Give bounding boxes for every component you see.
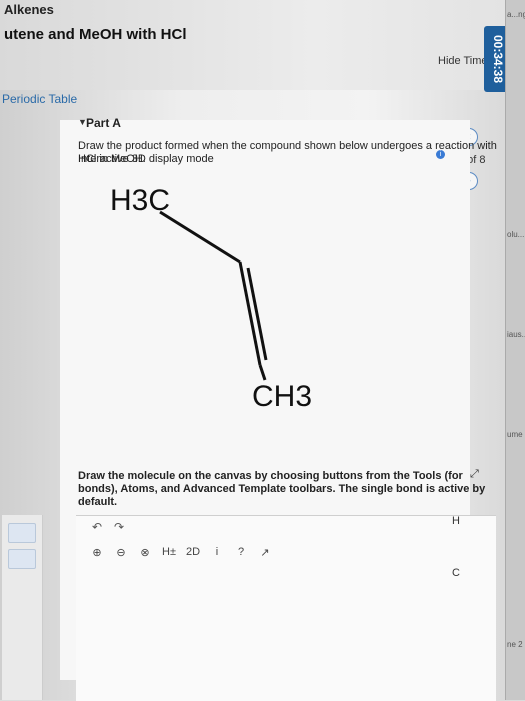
2d-button[interactable]: 2D	[186, 545, 200, 559]
3d-mode-link[interactable]: Interactive 3D display mode	[78, 153, 214, 165]
zoom-in-icon[interactable]: ⊕	[90, 545, 104, 559]
atom-label-h3c: H3C	[110, 184, 171, 217]
redo-icon[interactable]: ↷	[112, 520, 126, 534]
h-toggle-button[interactable]: H±	[162, 545, 176, 559]
tool-bond[interactable]	[8, 549, 36, 569]
tools-panel	[2, 515, 43, 700]
instructions-text: Draw the molecule on the canvas by choos…	[78, 470, 486, 508]
edge-label-1: a...ng	[507, 10, 525, 19]
assignment-title: utene and MeOH with HCl	[4, 26, 187, 43]
edge-label-3: iaus...	[507, 330, 525, 339]
zoom-out-icon[interactable]: ⊖	[114, 545, 128, 559]
edge-label-5: ne 2	[507, 640, 523, 649]
drawing-canvas[interactable]	[76, 515, 496, 701]
help-button[interactable]: ?	[234, 545, 248, 559]
atom-label-ch3: CH3	[252, 380, 313, 413]
edge-label-2: olu...	[507, 230, 525, 239]
bond-single-2	[258, 364, 267, 381]
tool-select[interactable]	[8, 523, 36, 543]
part-label: Part A	[86, 116, 121, 130]
expand-icon[interactable]: ⤢	[470, 468, 479, 481]
toolbar-main: ⊕ ⊖ ⊗ H± 2D i ? ↗	[90, 545, 272, 559]
atom-button-h[interactable]: H	[452, 515, 460, 527]
atoms-panel: H C	[452, 515, 460, 579]
bond-single-1	[159, 210, 241, 264]
header-bar: Alkenes utene and MeOH with HCl Hide Tim…	[0, 0, 525, 92]
toolbar-top: ↶ ↷	[90, 520, 126, 534]
edge-label-4: ume	[507, 430, 523, 439]
info-button[interactable]: i	[210, 545, 224, 559]
info-icon[interactable]: i	[436, 150, 445, 159]
course-title: Alkenes	[4, 2, 54, 17]
clear-icon[interactable]: ⊗	[138, 545, 152, 559]
undo-icon[interactable]: ↶	[90, 520, 104, 534]
fullscreen-icon[interactable]: ↗	[258, 545, 272, 559]
periodic-table-link[interactable]: Periodic Table	[2, 92, 77, 106]
atom-button-c[interactable]: C	[452, 567, 460, 579]
timer-text: 00:34:38	[491, 34, 506, 84]
right-edge-panel	[505, 0, 525, 700]
